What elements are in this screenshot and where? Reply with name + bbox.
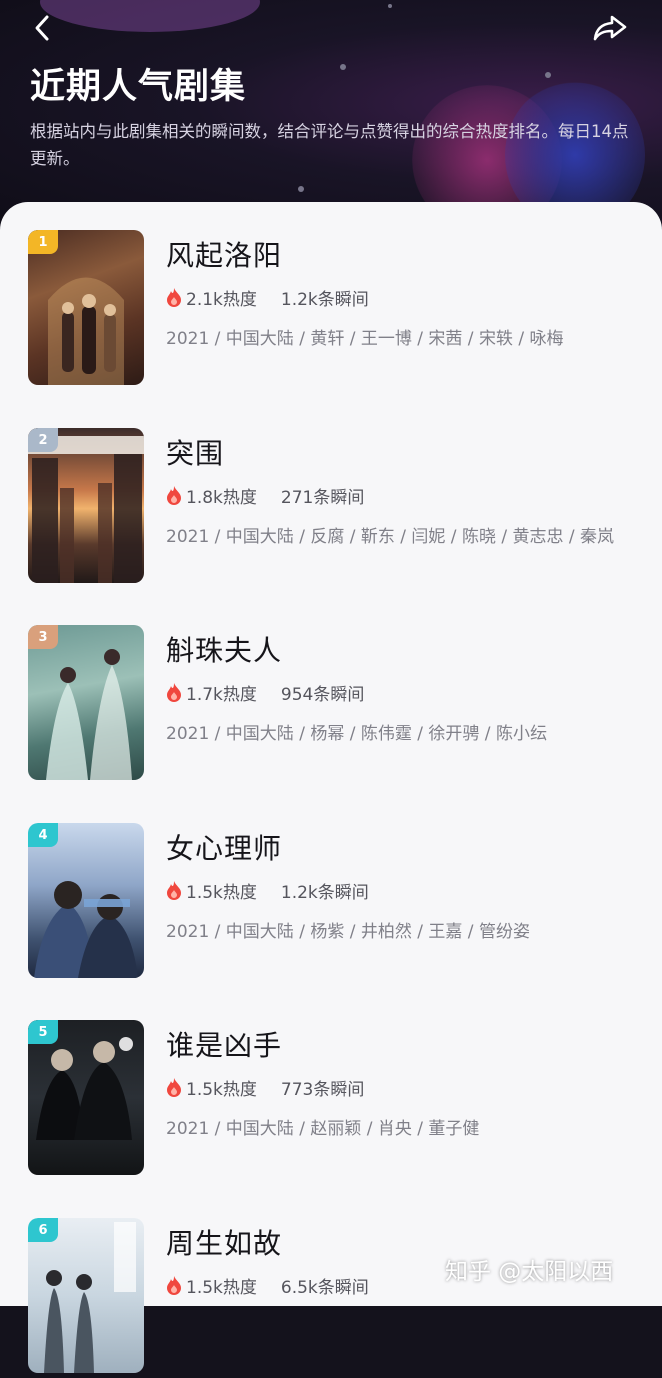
drama-stats: 1.8k热度 271条瞬间: [166, 483, 365, 508]
drama-item[interactable]: 3 斛珠夫人 1.7k热度 954条瞬间 2021 / 中国大陆 / 杨幂 / …: [28, 625, 638, 785]
drama-stats: 1.5k热度 773条瞬间: [166, 1075, 365, 1100]
page-title: 近期人气剧集: [30, 67, 247, 107]
fire-icon: [167, 683, 181, 702]
drama-meta: 2021 / 中国大陆 / 反腐 / 靳东 / 闫妮 / 陈晓 / 黄志忠 / …: [166, 527, 615, 547]
drama-meta: 2021 / 中国大陆 / 黄轩 / 王一博 / 宋茜 / 宋轶 / 咏梅: [166, 329, 564, 349]
rank-badge: 6: [28, 1218, 58, 1242]
drama-poster: 6: [28, 1218, 144, 1373]
watermark: 知乎 @太阳以西: [445, 1259, 614, 1285]
rank-badge: 2: [28, 428, 58, 452]
drama-poster: 5: [28, 1020, 144, 1175]
drama-title: 斛珠夫人: [166, 634, 283, 667]
drama-poster: 1: [28, 230, 144, 385]
drama-item[interactable]: 1 风起洛阳 2.1k热度 1.2k条瞬间 2021 / 中国大陆 / 黄轩 /…: [28, 230, 638, 390]
drama-item[interactable]: 2 突围 1.8k热度 271条瞬间 2021 / 中国大陆 / 反腐 / 靳东…: [28, 428, 638, 588]
heat-value: 1.5k热度: [186, 882, 257, 903]
drama-item[interactable]: 5 谁是凶手 1.5k热度 773条瞬间 2021 / 中国大陆 / 赵丽颖 /…: [28, 1020, 638, 1180]
share-icon: [593, 15, 627, 41]
heat-value: 1.7k热度: [186, 684, 257, 705]
fire-icon: [167, 486, 181, 505]
rank-badge: 1: [28, 230, 58, 254]
fire-icon: [167, 288, 181, 307]
drama-meta: 2021 / 中国大陆 / 赵丽颖 / 肖央 / 董子健: [166, 1119, 480, 1139]
header-decoration-bubble: [40, 0, 260, 32]
drama-item[interactable]: 6 周生如故 1.5k热度 6.5k条瞬间: [28, 1218, 638, 1378]
drama-poster: 2: [28, 428, 144, 583]
moments-count: 1.2k条瞬间: [280, 289, 369, 310]
moments-count: 773条瞬间: [280, 1079, 365, 1100]
decoration-dot: [340, 64, 346, 70]
drama-title: 风起洛阳: [166, 239, 283, 272]
heat-value: 1.5k热度: [186, 1079, 257, 1100]
rank-badge: 5: [28, 1020, 58, 1044]
drama-item[interactable]: 4 女心理师 1.5k热度 1.2k条瞬间 2021 / 中国大陆 / 杨紫 /…: [28, 823, 638, 983]
drama-stats: 1.5k热度 6.5k条瞬间: [166, 1273, 369, 1298]
moments-count: 271条瞬间: [280, 487, 365, 508]
ranking-list: 1 风起洛阳 2.1k热度 1.2k条瞬间 2021 / 中国大陆 / 黄轩 /…: [0, 202, 662, 1373]
drama-title: 突围: [166, 437, 225, 470]
drama-meta: 2021 / 中国大陆 / 杨紫 / 井柏然 / 王嘉 / 管纷姿: [166, 922, 530, 942]
chevron-left-icon: [35, 15, 49, 41]
moments-count: 6.5k条瞬间: [280, 1277, 369, 1298]
fire-icon: [167, 1078, 181, 1097]
page-description: 根据站内与此剧集相关的瞬间数，结合评论与点赞得出的综合热度排名。每日14点更新。: [30, 122, 629, 168]
decoration-dot: [298, 186, 304, 192]
rank-badge: 3: [28, 625, 58, 649]
page-header: 近期人气剧集 根据站内与此剧集相关的瞬间数，结合评论与点赞得出的综合热度排名。每…: [0, 0, 662, 230]
decoration-dot: [388, 4, 392, 8]
drama-poster: 4: [28, 823, 144, 978]
drama-title: 谁是凶手: [166, 1029, 283, 1062]
drama-stats: 2.1k热度 1.2k条瞬间: [166, 285, 369, 310]
heat-value: 2.1k热度: [186, 289, 257, 310]
share-button[interactable]: [590, 10, 630, 46]
heat-value: 1.8k热度: [186, 487, 257, 508]
fire-icon: [167, 881, 181, 900]
drama-title: 女心理师: [166, 832, 283, 865]
fire-icon: [167, 1276, 181, 1295]
back-button[interactable]: [22, 10, 62, 46]
drama-stats: 1.7k热度 954条瞬间: [166, 680, 365, 705]
drama-meta: 2021 / 中国大陆 / 杨幂 / 陈伟霆 / 徐开骋 / 陈小纭: [166, 724, 547, 744]
moments-count: 1.2k条瞬间: [280, 882, 369, 903]
drama-stats: 1.5k热度 1.2k条瞬间: [166, 878, 369, 903]
drama-title: 周生如故: [166, 1227, 283, 1260]
moments-count: 954条瞬间: [280, 684, 365, 705]
decoration-dot: [545, 72, 551, 78]
heat-value: 1.5k热度: [186, 1277, 257, 1298]
drama-poster: 3: [28, 625, 144, 780]
rank-badge: 4: [28, 823, 58, 847]
